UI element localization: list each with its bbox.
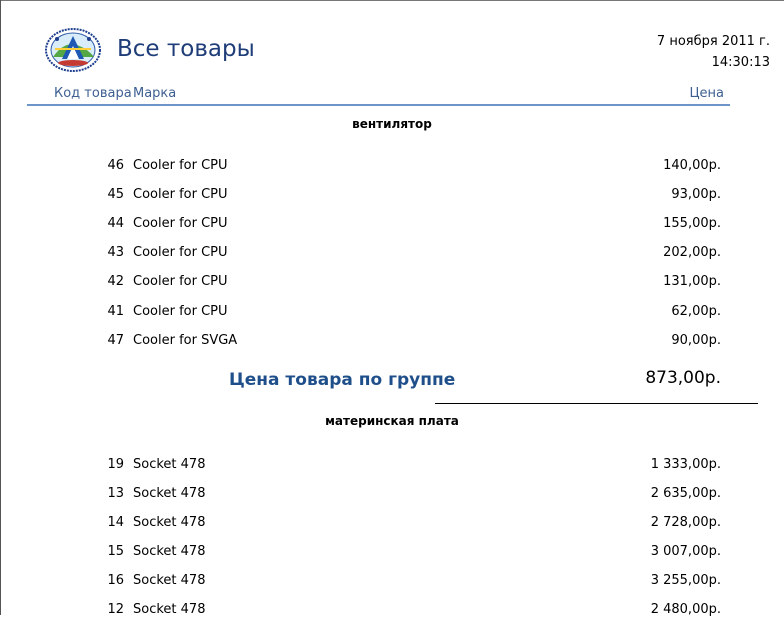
table-row: 44 Cooler for CPU 155,00р. xyxy=(0,216,784,238)
header-divider xyxy=(27,104,730,106)
product-brand: Socket 478 xyxy=(133,515,206,530)
table-row: 15 Socket 478 3 007,00р. xyxy=(0,544,784,566)
product-brand: Cooler for CPU xyxy=(133,216,228,231)
product-brand: Cooler for CPU xyxy=(133,158,228,173)
product-price: 202,00р. xyxy=(663,245,721,260)
product-code: 47 xyxy=(107,333,124,348)
table-row: 16 Socket 478 3 255,00р. xyxy=(0,573,784,595)
product-code: 41 xyxy=(107,304,124,319)
table-row: 14 Socket 478 2 728,00р. xyxy=(0,515,784,537)
product-price: 93,00р. xyxy=(671,187,721,202)
group-subtotal-label: Цена товара по группе xyxy=(229,370,456,390)
report-date: 7 ноября 2011 г. xyxy=(656,34,770,49)
product-price: 90,00р. xyxy=(671,333,721,348)
report-time: 14:30:13 xyxy=(711,55,770,70)
column-header-price: Цена xyxy=(689,86,724,101)
product-price: 131,00р. xyxy=(663,274,721,289)
product-price: 62,00р. xyxy=(671,304,721,319)
table-row: 41 Cooler for CPU 62,00р. xyxy=(0,304,784,326)
product-brand: Socket 478 xyxy=(133,544,206,559)
table-row: 12 Socket 478 2 480,00р. xyxy=(0,602,784,624)
product-brand: Socket 478 xyxy=(133,486,206,501)
product-code: 15 xyxy=(107,544,124,559)
table-row: 19 Socket 478 1 333,00р. xyxy=(0,457,784,479)
product-price: 140,00р. xyxy=(663,158,721,173)
product-code: 45 xyxy=(107,187,124,202)
product-code: 13 xyxy=(107,486,124,501)
product-price: 2 635,00р. xyxy=(650,486,721,501)
product-code: 16 xyxy=(107,573,124,588)
subtotal-divider xyxy=(435,403,758,404)
table-row: 43 Cooler for CPU 202,00р. xyxy=(0,245,784,267)
product-brand: Cooler for SVGA xyxy=(133,333,238,348)
product-brand: Socket 478 xyxy=(133,573,206,588)
product-price: 2 728,00р. xyxy=(650,515,721,530)
table-row: 45 Cooler for CPU 93,00р. xyxy=(0,187,784,209)
product-code: 44 xyxy=(107,216,124,231)
column-header-brand: Марка xyxy=(133,86,177,101)
product-brand: Cooler for CPU xyxy=(133,187,228,202)
product-brand: Cooler for CPU xyxy=(133,245,228,260)
report-title: Все товары xyxy=(117,36,255,62)
product-brand: Cooler for CPU xyxy=(133,274,228,289)
table-row: 46 Cooler for CPU 140,00р. xyxy=(0,158,784,180)
product-code: 19 xyxy=(107,457,124,472)
table-row: 47 Cooler for SVGA 90,00р. xyxy=(0,333,784,355)
window-top-border xyxy=(0,0,784,1)
product-brand: Socket 478 xyxy=(133,457,206,472)
product-price: 155,00р. xyxy=(663,216,721,231)
column-header-code: Код товара xyxy=(54,86,132,101)
group-title-motherboard: материнская плата xyxy=(325,414,459,428)
product-code: 14 xyxy=(107,515,124,530)
product-price: 1 333,00р. xyxy=(650,457,721,472)
group-subtotal-value: 873,00р. xyxy=(645,368,721,388)
product-brand: Cooler for CPU xyxy=(133,304,228,319)
table-row: 42 Cooler for CPU 131,00р. xyxy=(0,274,784,296)
product-code: 42 xyxy=(107,274,124,289)
product-code: 43 xyxy=(107,245,124,260)
company-logo-icon xyxy=(44,27,102,73)
product-price: 3 255,00р. xyxy=(650,573,721,588)
product-price: 3 007,00р. xyxy=(650,544,721,559)
group-title-fan: вентилятор xyxy=(352,117,432,131)
table-row: 13 Socket 478 2 635,00р. xyxy=(0,486,784,508)
product-code: 46 xyxy=(107,158,124,173)
